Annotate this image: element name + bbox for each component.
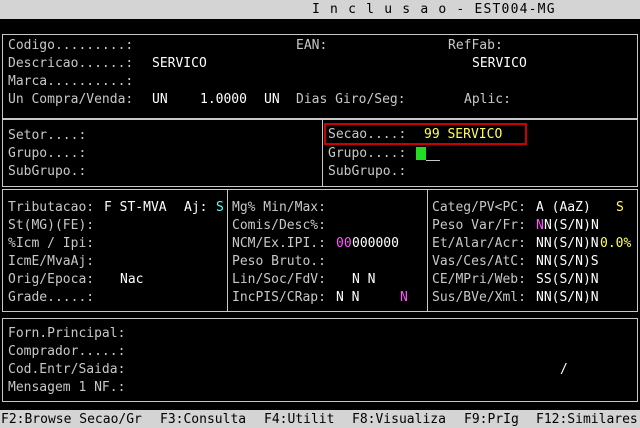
- peso-bruto-label: Peso Bruto.:: [232, 254, 326, 269]
- grupo-label: Grupo....:: [8, 146, 87, 161]
- f4-key[interactable]: F4:Utilit: [264, 412, 334, 427]
- forn-label: Forn.Principal:: [8, 326, 126, 341]
- diasgiro-label: Dias Giro/Seg:: [296, 92, 406, 107]
- divider: [322, 119, 323, 187]
- subgrupo-label: SubGrupo.:: [8, 164, 87, 179]
- descricao-field[interactable]: SERVICO: [152, 56, 207, 71]
- uncompra-label: Un Compra/Venda:: [8, 92, 134, 107]
- subgrupo2-label: SubGrupo.:: [328, 164, 407, 179]
- screen-title: I n c l u s a o - EST004-MG: [312, 2, 556, 17]
- grupo2-label: Grupo....:: [328, 146, 407, 161]
- grupo-input-underline[interactable]: [426, 160, 440, 161]
- vasces-label: Vas/Ces/AtC:: [432, 254, 526, 269]
- f3-key[interactable]: F3:Consulta: [160, 412, 246, 427]
- f8-key[interactable]: F8:Visualiza: [352, 412, 446, 427]
- susbve-label: Sus/BVe/Xml:: [432, 290, 526, 305]
- incpis-field[interactable]: N N: [336, 290, 359, 305]
- etalar-field[interactable]: NN(S/N)N: [536, 236, 599, 251]
- f12-key[interactable]: F12:Similares: [536, 412, 638, 427]
- descricao-label: Descricao......:: [8, 56, 134, 71]
- reffab-field[interactable]: SERVICO: [472, 56, 527, 71]
- classification-panel: [2, 119, 638, 187]
- f2-key[interactable]: F2:Browse Secao/Gr: [1, 412, 142, 427]
- pesovar-field-b[interactable]: N(S/N)N: [544, 218, 599, 233]
- divider: [227, 189, 228, 312]
- aplic-label: Aplic:: [464, 92, 511, 107]
- pesovar-field-a[interactable]: N: [536, 218, 544, 233]
- comis-label: Comis/Desc%:: [232, 218, 326, 233]
- ncm-label: NCM/Ex.IPI.:: [232, 236, 326, 251]
- grade-label: Grade.....:: [8, 290, 95, 305]
- tributacao-field[interactable]: F ST-MVA: [104, 200, 167, 215]
- function-key-bar: F2:Browse Secao/Gr F3:Consulta F4:Utilit…: [0, 410, 640, 428]
- codigo-label: Codigo.........:: [8, 38, 134, 53]
- aj-label: Aj:: [184, 200, 208, 215]
- ean-label: EAN:: [296, 38, 328, 53]
- ncm-field[interactable]: 000000: [352, 236, 399, 251]
- ncm-field-prefix[interactable]: 00: [336, 236, 352, 251]
- f9-key[interactable]: F9:PrIg: [464, 412, 519, 427]
- secao-field[interactable]: 99 SERVICO: [424, 127, 502, 142]
- marca-label: Marca..........:: [8, 74, 134, 89]
- mg-label: Mg% Min/Max:: [232, 200, 326, 215]
- un-compra-field[interactable]: UN: [152, 92, 168, 107]
- mensagem-label: Mensagem 1 NF.:: [8, 380, 126, 395]
- icme-label: IcmE/MvaAj:: [8, 254, 95, 269]
- divider: [427, 189, 428, 312]
- stmg-label: St(MG)(FE):: [8, 218, 95, 233]
- un-venda-field[interactable]: UN: [264, 92, 280, 107]
- categ-field[interactable]: A (AaZ): [536, 200, 591, 215]
- text-cursor[interactable]: [416, 147, 426, 160]
- lin-field[interactable]: N N: [352, 272, 375, 287]
- incpis-label: IncPIS/CRap:: [232, 290, 326, 305]
- reffab-label: RefFab:: [448, 38, 503, 53]
- secao-label: Secao....:: [328, 127, 407, 142]
- icm-label: %Icm / Ipi:: [8, 236, 95, 251]
- susbve-field[interactable]: NN(S/N)N: [536, 290, 599, 305]
- etalar-label: Et/Alar/Acr:: [432, 236, 526, 251]
- categ-label: Categ/PV<PC:: [432, 200, 526, 215]
- aj-field[interactable]: S: [216, 200, 224, 215]
- etalar-pct-field[interactable]: 0.0%: [600, 236, 631, 251]
- orig-label: Orig/Epoca:: [8, 272, 95, 287]
- codentr-slash: /: [560, 362, 568, 377]
- categ-flag[interactable]: S: [616, 200, 624, 215]
- cempri-label: CE/MPri/Web:: [432, 272, 526, 287]
- incpis-flag[interactable]: N: [400, 290, 408, 305]
- vasces-field[interactable]: NN(S/N)S: [536, 254, 599, 269]
- fator-field[interactable]: 1.0000: [200, 92, 247, 107]
- setor-label: Setor....:: [8, 128, 87, 143]
- codentr-label: Cod.Entr/Saida:: [8, 362, 126, 377]
- cempri-field[interactable]: SS(S/N)N: [536, 272, 599, 287]
- comprador-label: Comprador.....:: [8, 344, 126, 359]
- pesovar-label: Peso Var/Fr:: [432, 218, 526, 233]
- tributacao-label: Tributacao:: [8, 200, 95, 215]
- title-bar: I n c l u s a o - EST004-MG: [0, 0, 640, 19]
- orig-field[interactable]: Nac: [120, 272, 143, 287]
- lin-label: Lin/Soc/FdV:: [232, 272, 326, 287]
